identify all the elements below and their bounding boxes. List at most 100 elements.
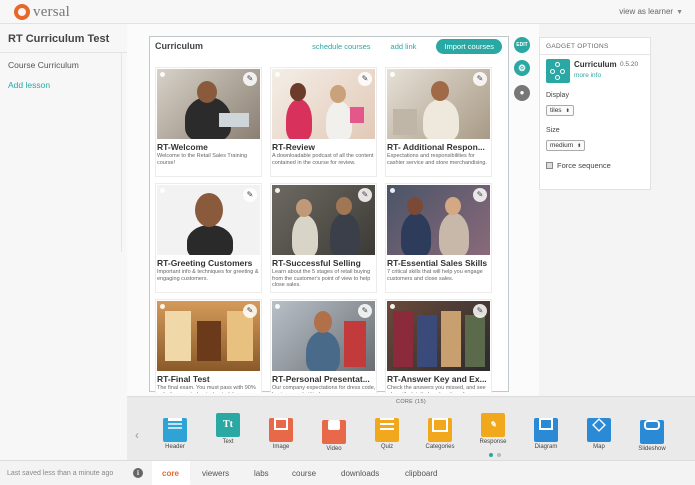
add-lesson-link[interactable]: Add lesson (8, 80, 50, 90)
course-sidebar: RT Curriculum Test Course Curriculum Add… (0, 24, 127, 460)
gadget-tray: CORE (15) ‹ Header Tt Text Image Video Q… (127, 396, 695, 460)
versal-logo[interactable]: versal (14, 4, 70, 20)
tab-downloads[interactable]: downloads (341, 469, 379, 478)
course-card[interactable]: ✎ RT-Welcome Welcome to the Retail Sales… (155, 67, 262, 177)
card-title: RT-Successful Selling (272, 258, 361, 268)
tab-course[interactable]: course (292, 469, 316, 478)
gadget-text[interactable]: Tt Text (208, 413, 248, 445)
pencil-icon[interactable]: ✎ (358, 304, 372, 318)
chevron-updown-icon: ⬍ (577, 143, 582, 149)
chevron-left-icon[interactable]: ‹ (135, 428, 139, 442)
view-as-label: view as learner (619, 7, 674, 16)
card-description: A downloadable podcast of all the conten… (272, 153, 374, 166)
status-dot (160, 188, 165, 193)
image-icon (269, 418, 293, 442)
card-description: 7 critical skills that will help you eng… (387, 269, 483, 282)
status-dot (390, 304, 395, 309)
display-select[interactable]: tiles ⬍ (546, 105, 574, 116)
gadget-options-header: GADGET OPTIONS (546, 43, 609, 50)
video-icon (322, 420, 346, 444)
gadget-quiz[interactable]: Quiz (367, 413, 407, 450)
gadget-name: Curriculum (574, 60, 617, 69)
categories-icon (428, 418, 452, 442)
diagram-icon (534, 418, 558, 442)
course-card[interactable]: ✎ RT-Final Test The final exam. You must… (155, 299, 262, 393)
status-dot (160, 72, 165, 77)
gadget-header[interactable]: Header (155, 413, 195, 450)
response-icon: ✎ (481, 413, 505, 437)
card-title: RT-Greeting Customers (157, 258, 253, 268)
tab-viewers[interactable]: viewers (202, 469, 229, 478)
course-card[interactable]: ✎ RT-Greeting Customers Important info &… (155, 183, 262, 293)
divider (121, 52, 122, 252)
curriculum-gadget[interactable]: Curriculum schedule courses add link Imp… (149, 36, 509, 393)
gadget-map[interactable]: Map (579, 413, 619, 450)
slideshow-icon (640, 420, 664, 444)
tool-label: Quiz (380, 444, 394, 450)
lesson-canvas: Curriculum schedule courses add link Imp… (127, 24, 539, 396)
card-title: RT-Welcome (157, 142, 208, 152)
pencil-icon[interactable]: ✎ (243, 304, 257, 318)
tab-labs[interactable]: labs (254, 469, 269, 478)
tab-core[interactable]: core (162, 469, 179, 478)
tool-label: Map (593, 444, 605, 450)
comment-icon[interactable]: ● (514, 85, 530, 101)
card-description: Important info & techniques for greeting… (157, 269, 259, 282)
pencil-icon[interactable]: ✎ (358, 72, 372, 86)
pagination-dot-active[interactable] (489, 453, 493, 457)
course-card[interactable]: ✎ RT- Additional Respon... Expectations … (385, 67, 492, 177)
size-select[interactable]: medium ⬍ (546, 140, 586, 151)
gadget-image[interactable]: Image (261, 413, 301, 450)
gear-icon[interactable]: ⚙ (514, 60, 530, 76)
gadget-categories[interactable]: Categories (420, 413, 460, 450)
pencil-icon[interactable]: ✎ (473, 72, 487, 86)
text-icon: Tt (216, 413, 240, 437)
course-tile-grid: ✎ RT-Welcome Welcome to the Retail Sales… (155, 67, 505, 393)
import-courses-button[interactable]: Import courses (436, 39, 502, 54)
tool-label: Image (272, 444, 290, 450)
card-description: Expectations and responsibilities for ca… (387, 153, 487, 166)
status-dot (275, 72, 280, 77)
course-title[interactable]: RT Curriculum Test (8, 33, 109, 45)
view-as-dropdown[interactable]: view as learner ▼ (619, 7, 683, 16)
status-dot (160, 304, 165, 309)
tab-clipboard[interactable]: clipboard (405, 469, 437, 478)
course-card[interactable]: ✎ RT-Review A downloadable podcast of al… (270, 67, 377, 177)
card-title: RT-Final Test (157, 374, 210, 384)
quiz-icon (375, 418, 399, 442)
course-card[interactable]: ✎ RT-Personal Presentat... Our company e… (270, 299, 377, 393)
course-card[interactable]: ✎ RT-Successful Selling Learn about the … (270, 183, 377, 293)
card-title: RT-Essential Sales Skills (387, 258, 488, 268)
pagination-dot[interactable] (497, 453, 501, 457)
status-dot (275, 304, 280, 309)
bottom-bar: Last saved less than a minute ago i core… (0, 460, 695, 485)
gadget-video[interactable]: Video (314, 413, 354, 452)
card-title: RT- Additional Respon... (387, 142, 485, 152)
schedule-courses-link[interactable]: schedule courses (312, 42, 370, 51)
force-sequence-checkbox[interactable] (546, 162, 553, 169)
header-icon (163, 418, 187, 442)
pencil-icon[interactable]: ✎ (473, 304, 487, 318)
force-sequence-label: Force sequence (557, 161, 611, 170)
card-title: RT-Answer Key and Ex... (387, 374, 487, 384)
gadget-response[interactable]: ✎ Response (473, 413, 513, 445)
pencil-icon[interactable]: ✎ (358, 188, 372, 202)
gadget-slideshow[interactable]: Slideshow (632, 413, 672, 452)
gadget-diagram[interactable]: Diagram (526, 413, 566, 450)
add-link-link[interactable]: add link (391, 42, 417, 51)
course-card[interactable]: ✎ RT-Answer Key and Ex... Check the answ… (385, 299, 492, 393)
curriculum-actions: schedule courses add link Import courses (312, 39, 502, 54)
pencil-icon[interactable]: ✎ (473, 188, 487, 202)
pencil-icon[interactable]: ✎ (243, 72, 257, 86)
chevron-updown-icon: ⬍ (565, 108, 570, 114)
curriculum-title: Curriculum (155, 41, 204, 51)
more-info-link[interactable]: more info (574, 72, 601, 79)
card-title: RT-Personal Presentat... (272, 374, 370, 384)
tool-label: Text (222, 439, 234, 445)
course-card[interactable]: ✎ RT-Essential Sales Skills 7 critical s… (385, 183, 492, 293)
info-icon[interactable]: i (133, 468, 143, 478)
sidebar-item-course-curriculum[interactable]: Course Curriculum (8, 60, 79, 70)
pencil-icon[interactable]: ✎ (243, 188, 257, 202)
curriculum-gadget-icon (546, 59, 570, 83)
edit-button[interactable]: EDIT (514, 37, 530, 53)
